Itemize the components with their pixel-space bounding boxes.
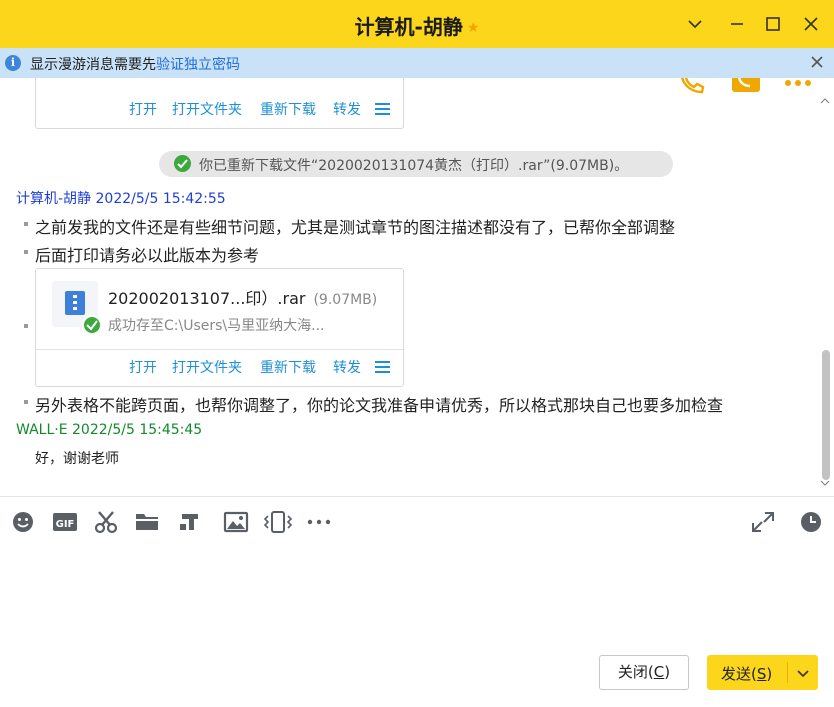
message-text: 后面打印请务必以此版本为参考 bbox=[35, 246, 260, 265]
input-toolbar: GIF bbox=[0, 506, 834, 538]
open-folder-link[interactable]: 打开文件夹 bbox=[172, 357, 242, 377]
chat-window: 计算机-胡静 ★ i 显示漫游消息需要先验证独立密码 打开 打开文件夹 重新下载… bbox=[0, 0, 834, 707]
more-icon[interactable] bbox=[784, 78, 812, 88]
send-button-text: 发送( bbox=[721, 665, 757, 683]
send-button-hotkey: S bbox=[756, 665, 767, 683]
sender-header: WALL·E 2022/5/5 15:45:45 bbox=[16, 422, 203, 438]
check-icon bbox=[174, 155, 191, 172]
expand-icon[interactable] bbox=[750, 510, 776, 534]
shake-icon[interactable] bbox=[263, 510, 293, 534]
close-button-hotkey: C bbox=[653, 663, 665, 681]
chat-history: 打开 打开文件夹 重新下载 转发 你已重新下载文件“2020020131074黄… bbox=[0, 78, 834, 496]
video-call-icon[interactable] bbox=[730, 78, 762, 96]
chevron-down-icon[interactable] bbox=[793, 663, 813, 683]
svg-text:GIF: GIF bbox=[56, 519, 75, 530]
info-text-prefix: 显示漫游消息需要先 bbox=[30, 57, 156, 73]
close-button[interactable]: 关闭(C) bbox=[599, 655, 689, 690]
message-text: 好，谢谢老师 bbox=[35, 451, 119, 467]
bullet bbox=[24, 250, 28, 254]
redownload-link[interactable]: 重新下载 bbox=[260, 99, 316, 119]
info-bar: i 显示漫游消息需要先验证独立密码 bbox=[0, 48, 834, 78]
emoji-icon[interactable] bbox=[10, 510, 36, 534]
verify-password-link[interactable]: 验证独立密码 bbox=[156, 57, 240, 73]
window-title-text: 计算机-胡静 bbox=[354, 15, 463, 39]
system-message: 你已重新下载文件“2020020131074黄杰（打印）.rar”(9.07MB… bbox=[159, 151, 673, 177]
more-icon[interactable] bbox=[306, 510, 332, 534]
message-input[interactable] bbox=[10, 542, 824, 642]
maximize-icon[interactable] bbox=[761, 12, 785, 36]
info-icon: i bbox=[5, 55, 21, 71]
chevron-up-icon[interactable] bbox=[820, 96, 830, 106]
bullet bbox=[24, 222, 28, 226]
font-icon[interactable] bbox=[177, 510, 203, 534]
close-icon[interactable] bbox=[808, 53, 826, 71]
scrollbar[interactable] bbox=[820, 96, 830, 488]
redownload-link[interactable]: 重新下载 bbox=[260, 357, 316, 377]
open-folder-link[interactable]: 打开文件夹 bbox=[172, 99, 242, 119]
scrollbar-thumb[interactable] bbox=[822, 350, 830, 480]
bullet bbox=[24, 324, 28, 328]
send-button[interactable]: 发送(S) bbox=[707, 655, 818, 690]
close-button-label: 关闭( bbox=[617, 663, 654, 681]
send-button-label: 发送(S) bbox=[721, 663, 772, 684]
window-title: 计算机-胡静 ★ bbox=[0, 11, 834, 40]
bullet bbox=[24, 400, 28, 404]
system-message-text: 你已重新下载文件“2020020131074黄杰（打印）.rar”(9.07MB… bbox=[199, 158, 629, 174]
forward-link[interactable]: 转发 bbox=[333, 357, 361, 377]
open-link[interactable]: 打开 bbox=[129, 99, 157, 119]
close-icon[interactable] bbox=[799, 12, 823, 36]
divider bbox=[787, 662, 788, 683]
phone-icon[interactable] bbox=[676, 78, 708, 96]
info-text: 显示漫游消息需要先验证独立密码 bbox=[30, 54, 240, 74]
file-status: 成功存至C:\Users\马里亚纳大海... bbox=[108, 318, 325, 334]
chevron-down-icon[interactable] bbox=[683, 12, 707, 36]
previous-file-card: 打开 打开文件夹 重新下载 转发 bbox=[35, 78, 404, 129]
file-name: 202002013107...印）.rar (9.07MB) bbox=[108, 285, 377, 309]
message-text: 之前发我的文件还是有些细节问题，尤其是测试章节的图注描述都没有了，已帮你全部调整 bbox=[35, 218, 676, 237]
forward-link[interactable]: 转发 bbox=[333, 99, 361, 119]
file-card-actions: 打开 打开文件夹 重新下载 转发 bbox=[36, 349, 403, 386]
file-name-text: 202002013107...印）.rar bbox=[108, 289, 306, 308]
scissors-icon[interactable] bbox=[93, 510, 119, 534]
send-button-tail: ) bbox=[766, 665, 773, 683]
image-icon[interactable] bbox=[223, 510, 249, 534]
chevron-down-icon[interactable] bbox=[820, 478, 830, 488]
star-icon: ★ bbox=[466, 20, 480, 36]
file-card[interactable]: 202002013107...印）.rar (9.07MB) 成功存至C:\Use… bbox=[35, 268, 404, 387]
sender-header: 计算机-胡静 2022/5/5 15:42:55 bbox=[16, 191, 226, 207]
minimize-icon[interactable] bbox=[725, 12, 749, 36]
gif-icon[interactable]: GIF bbox=[52, 510, 78, 534]
folder-icon[interactable] bbox=[134, 510, 160, 534]
title-bar: 计算机-胡静 ★ bbox=[0, 0, 834, 48]
file-card-actions: 打开 打开文件夹 重新下载 转发 bbox=[36, 91, 403, 128]
open-link[interactable]: 打开 bbox=[129, 357, 157, 377]
history-icon[interactable] bbox=[798, 510, 824, 534]
file-size: (9.07MB) bbox=[313, 292, 378, 308]
menu-icon[interactable] bbox=[375, 103, 390, 115]
check-icon bbox=[82, 315, 102, 335]
menu-icon[interactable] bbox=[375, 361, 390, 373]
divider bbox=[0, 496, 834, 497]
zip-file-icon bbox=[52, 281, 102, 335]
message-text: 另外表格不能跨页面，也帮你调整了，你的论文我准备申请优秀，所以格式那块自己也要多… bbox=[35, 396, 724, 415]
close-button-tail: ) bbox=[664, 663, 671, 681]
